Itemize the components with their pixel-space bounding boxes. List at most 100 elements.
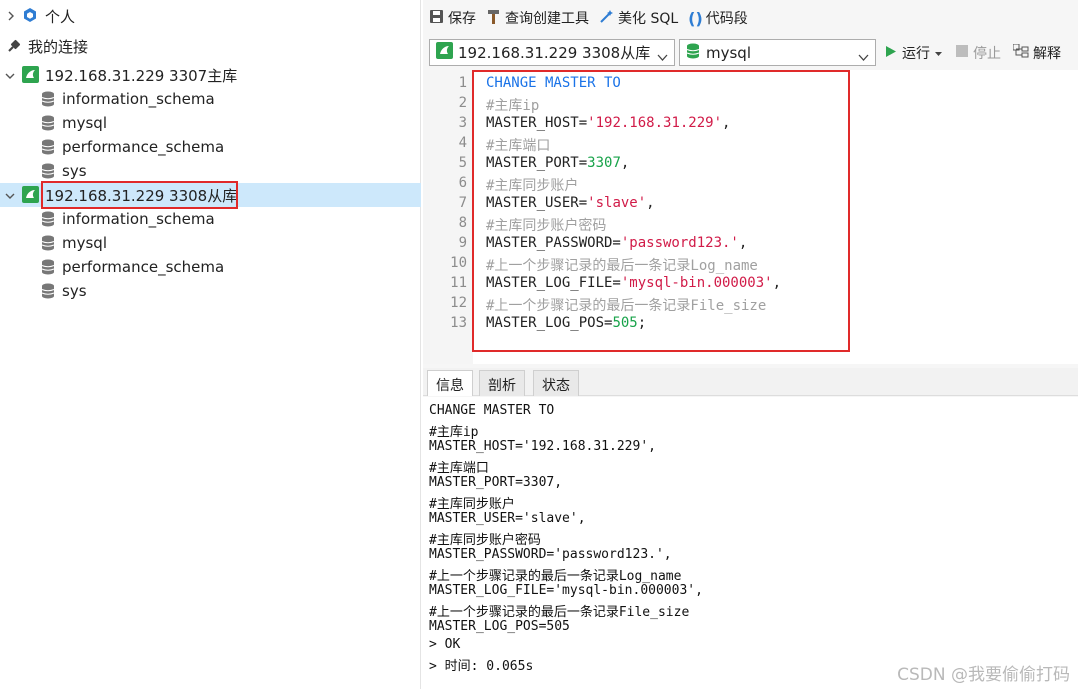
navigator-panel: 个人 我的连接 192.168.31.229 3307主库 informatio… [0,0,421,689]
tab-profile[interactable]: 剖析 [479,370,525,396]
hammer-icon [486,9,505,28]
plug-icon [6,38,22,58]
query-builder-button[interactable]: 查询创建工具 [486,8,589,28]
line-number: 5 [458,155,467,171]
tree-db-item[interactable]: mysql [0,111,421,135]
chevron-down-icon[interactable] [5,71,15,81]
database-select[interactable]: mysql [679,39,876,66]
output-line: #主库ip [429,425,479,440]
tree-db-item[interactable]: information_schema [0,87,421,111]
output-line: #主库同步账户 [429,497,515,512]
stop-button[interactable]: 停止 [956,43,1001,63]
tree-label-my-connections: 我的连接 [28,37,89,56]
db-label: mysql [62,234,107,252]
connection-toolbar: 192.168.31.229 3308从库 mysql 运行 停止 解释 [423,37,1078,67]
output-line: MASTER_LOG_FILE='mysql-bin.000003', [429,583,703,598]
output-line: MASTER_USER='slave', [429,511,586,526]
db-label: mysql [62,114,107,132]
mysql-connection-icon [22,186,39,207]
magic-wand-icon [599,9,618,28]
database-icon [41,211,55,231]
save-icon [429,9,448,28]
line-number: 3 [458,115,467,131]
code-snippet-button[interactable]: () 代码段 [688,8,748,28]
tree-db-item[interactable]: performance_schema [0,135,421,159]
tree-db-item[interactable]: sys [0,159,421,183]
database-icon [41,139,55,159]
database-icon [41,91,55,111]
line-number: 10 [450,255,467,271]
highlight-box [472,70,850,352]
tree-label-connection-3307: 192.168.31.229 3307主库 [45,66,238,85]
tree-db-item[interactable]: performance_schema [0,255,421,279]
db-label: performance_schema [62,258,225,276]
explain-button[interactable]: 解释 [1012,43,1061,63]
code-snippet-label: 代码段 [705,11,748,27]
query-builder-label: 查询创建工具 [505,11,589,27]
output-line: > 时间: 0.065s [429,659,534,674]
tab-info[interactable]: 信息 [427,370,473,396]
tree-item-my-connections[interactable]: 我的连接 [0,34,421,58]
database-icon [41,115,55,135]
output-line: MASTER_PASSWORD='password123.', [429,547,672,562]
tab-status[interactable]: 状态 [533,370,579,396]
query-panel: 保存 查询创建工具 美化 SQL () 代码段 192.168.31.229 33… [423,0,1078,689]
db-label: sys [62,162,87,180]
braces-icon: () [688,8,703,28]
explain-icon [1012,43,1029,62]
chevron-right-icon[interactable] [6,11,16,21]
save-button[interactable]: 保存 [429,8,476,28]
run-button[interactable]: 运行 [885,43,942,63]
sql-editor[interactable]: 1 2 3 4 5 6 7 8 9 10 11 12 13 CHANGE MAS… [423,70,1078,364]
output-line: MASTER_HOST='192.168.31.229', [429,439,656,454]
line-number: 4 [458,135,467,151]
explain-label: 解释 [1033,46,1061,62]
save-label: 保存 [448,11,476,27]
line-number-gutter: 1 2 3 4 5 6 7 8 9 10 11 12 13 [423,70,473,364]
play-icon [885,45,897,62]
output-line: MASTER_LOG_POS=505 [429,619,570,634]
database-icon [41,163,55,183]
output-line: MASTER_PORT=3307, [429,475,563,490]
beautify-sql-button[interactable]: 美化 SQL [599,8,678,28]
line-number: 12 [450,295,467,311]
output-line: #主库端口 [429,461,489,476]
tree-label-personal: 个人 [45,7,76,26]
highlight-box [41,181,238,209]
tree-db-item[interactable]: information_schema [0,207,421,231]
line-number: 13 [450,315,467,331]
chevron-down-icon [858,48,869,66]
tree-item-personal[interactable]: 个人 [0,4,421,28]
line-number: 11 [450,275,467,291]
connection-select-value: 192.168.31.229 3308从库 [458,44,651,62]
line-number: 9 [458,235,467,251]
caret-down-icon[interactable] [935,45,942,61]
db-label: performance_schema [62,138,225,156]
result-tabs: 信息 剖析 状态 [423,368,1078,396]
database-icon [686,43,700,63]
database-icon [41,235,55,255]
db-label: sys [62,282,87,300]
database-icon [41,259,55,279]
database-select-value: mysql [706,43,751,62]
line-number: 6 [458,175,467,191]
tree-item-connection-3307[interactable]: 192.168.31.229 3307主库 [0,63,421,87]
line-number: 2 [458,95,467,111]
output-line: #上一个步骤记录的最后一条记录Log_name [429,569,682,584]
stop-icon [956,45,968,61]
tree-db-item[interactable]: sys [0,279,421,303]
connection-select[interactable]: 192.168.31.229 3308从库 [429,39,675,66]
tree-db-item[interactable]: mysql [0,231,421,255]
line-number: 8 [458,215,467,231]
mysql-connection-icon [22,66,39,87]
mysql-connection-icon [436,42,453,63]
line-number: 1 [458,75,467,91]
output-line: > OK [429,637,461,652]
stop-label: 停止 [973,46,1001,62]
chevron-down-icon[interactable] [5,191,15,201]
query-toolbar: 保存 查询创建工具 美化 SQL () 代码段 [423,0,1078,36]
db-label: information_schema [62,90,215,108]
line-number: 7 [458,195,467,211]
beautify-sql-label: 美化 SQL [618,11,679,27]
watermark: CSDN @我要偷偷打码 [897,665,1070,685]
